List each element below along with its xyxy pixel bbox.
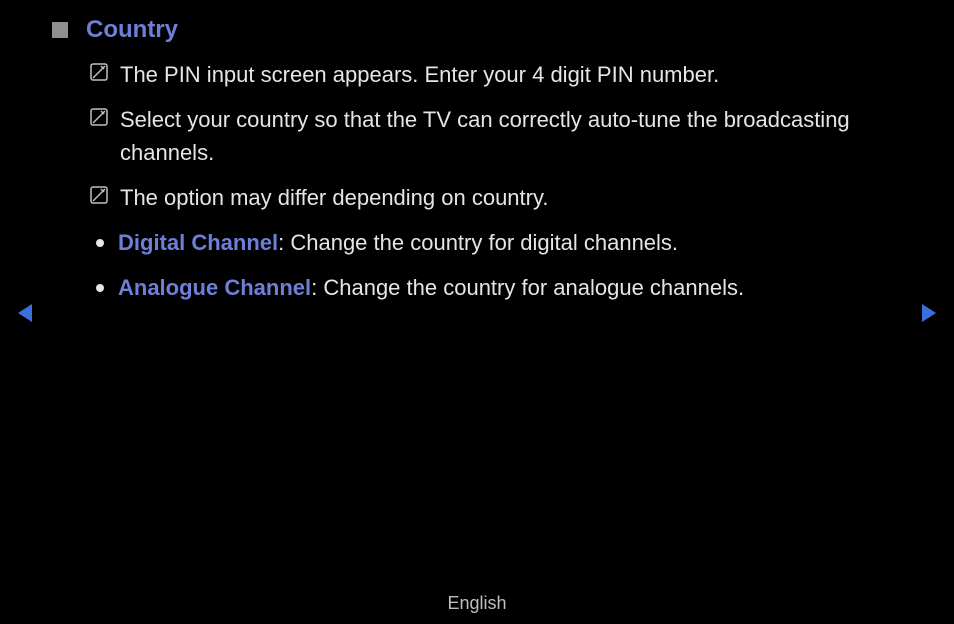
section-title: Country	[86, 16, 178, 44]
footer-language-label: English	[0, 593, 954, 614]
bullet-label: Digital Channel	[118, 230, 278, 255]
next-page-button[interactable]	[920, 302, 938, 324]
note-text: Select your country so that the TV can c…	[120, 103, 894, 169]
note-text: The PIN input screen appears. Enter your…	[120, 58, 719, 91]
bullet-row: Analogue Channel: Change the country for…	[90, 271, 894, 304]
section-body: The PIN input screen appears. Enter your…	[52, 58, 894, 304]
note-row: Select your country so that the TV can c…	[90, 103, 894, 169]
note-row: The option may differ depending on count…	[90, 181, 894, 214]
section-bullet-icon	[52, 22, 68, 38]
bullet-desc: : Change the country for analogue channe…	[311, 275, 744, 300]
note-text: The option may differ depending on count…	[120, 181, 548, 214]
bullet-text: Analogue Channel: Change the country for…	[118, 271, 744, 304]
note-row: The PIN input screen appears. Enter your…	[90, 58, 894, 91]
section-title-row: Country	[52, 16, 894, 44]
bullet-text: Digital Channel: Change the country for …	[118, 226, 678, 259]
note-icon	[90, 63, 108, 81]
note-icon	[90, 186, 108, 204]
bullet-desc: : Change the country for digital channel…	[278, 230, 678, 255]
note-icon	[90, 108, 108, 126]
content-area: Country The PIN input screen appears. En…	[0, 0, 954, 304]
bullet-label: Analogue Channel	[118, 275, 311, 300]
bullet-row: Digital Channel: Change the country for …	[90, 226, 894, 259]
bullet-icon	[96, 239, 104, 247]
bullet-icon	[96, 284, 104, 292]
prev-page-button[interactable]	[16, 302, 34, 324]
